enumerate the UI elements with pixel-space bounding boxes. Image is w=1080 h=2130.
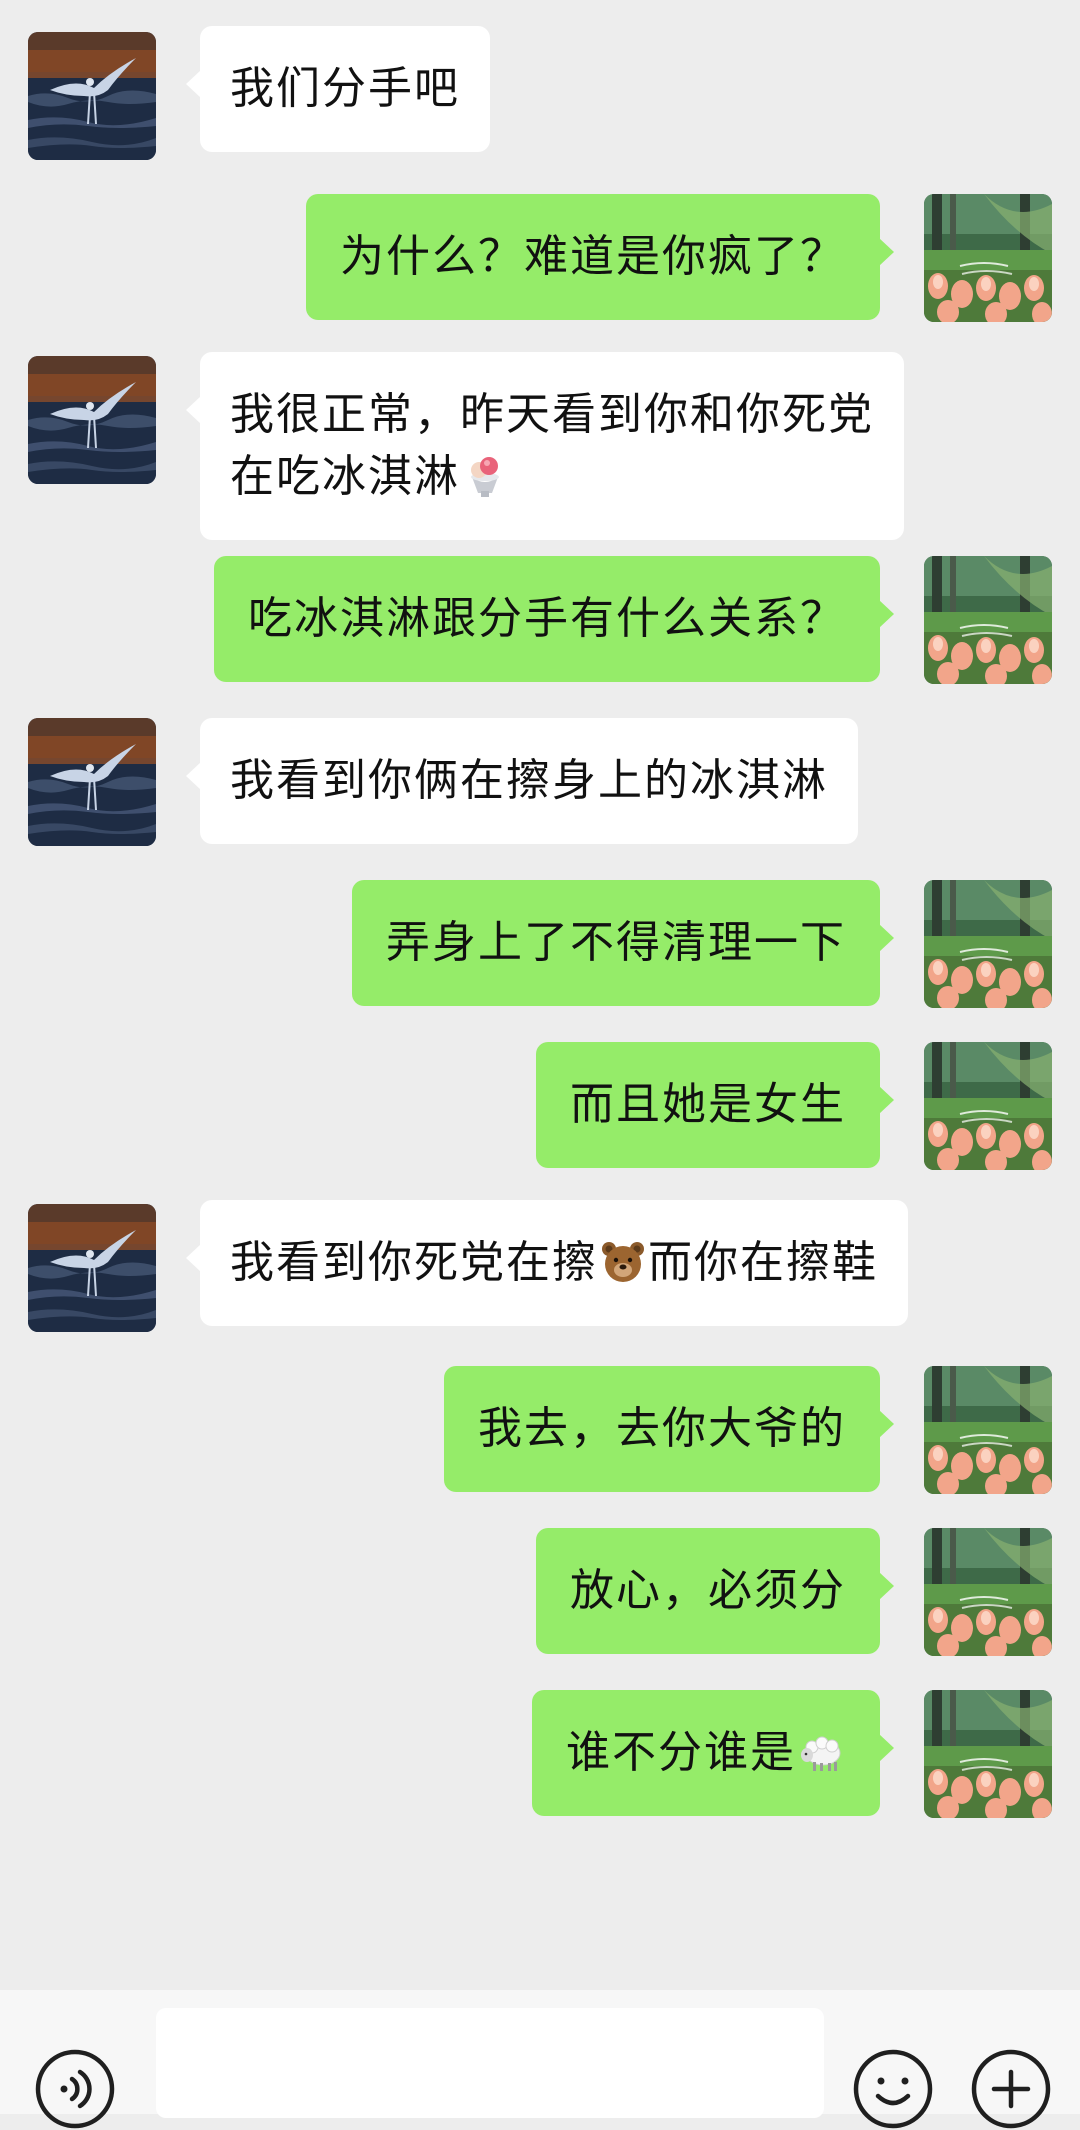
my-avatar[interactable] xyxy=(924,1690,1052,1818)
message-input[interactable] xyxy=(156,2008,824,2118)
contact-avatar[interactable] xyxy=(28,718,156,846)
message-text: 弄身上了不得清理一下 xyxy=(386,917,846,968)
message-text: 我看到你俩在擦身上的冰淇淋 xyxy=(230,755,828,806)
sheep-emoji-icon xyxy=(798,1729,844,1775)
contact-avatar[interactable] xyxy=(28,1204,156,1332)
incoming-message-bubble[interactable]: 我很正常，昨天看到你和你死党 在吃冰淇淋 xyxy=(186,352,904,540)
bear-face-emoji-icon xyxy=(600,1239,646,1285)
smiley-icon[interactable] xyxy=(852,2048,934,2130)
my-avatar[interactable] xyxy=(924,556,1052,684)
outgoing-message-bubble[interactable]: 放心，必须分 xyxy=(536,1528,894,1654)
my-avatar[interactable] xyxy=(924,194,1052,322)
my-avatar[interactable] xyxy=(924,1042,1052,1170)
outgoing-message-bubble[interactable]: 为什么？难道是你疯了？ xyxy=(306,194,894,320)
outgoing-message-bubble[interactable]: 而且她是女生 xyxy=(536,1042,894,1168)
message-text: 而且她是女生 xyxy=(570,1079,846,1130)
my-avatar[interactable] xyxy=(924,1366,1052,1494)
message-text: 放心，必须分 xyxy=(570,1565,846,1616)
contact-avatar[interactable] xyxy=(28,356,156,484)
ice-cream-emoji-icon xyxy=(462,453,508,499)
message-text: 我们分手吧 xyxy=(230,63,460,114)
incoming-message-bubble[interactable]: 我看到你死党在擦 而你在擦鞋 xyxy=(186,1200,908,1326)
my-avatar[interactable] xyxy=(924,880,1052,1008)
voice-icon[interactable] xyxy=(34,2048,116,2130)
incoming-message-bubble[interactable]: 我看到你俩在擦身上的冰淇淋 xyxy=(186,718,858,844)
message-text-part-1: 我看到你死党在擦 xyxy=(230,1237,598,1288)
contact-avatar[interactable] xyxy=(28,32,156,160)
message-text-line-2: 在吃冰淇淋 xyxy=(230,451,460,502)
message-text: 我去，去你大爷的 xyxy=(478,1403,846,1454)
plus-icon[interactable] xyxy=(970,2048,1052,2130)
chat-area[interactable]: 我们分手吧 为什么？难道是你疯了？ 我很正常，昨天看到你和你死党 在吃冰淇淋 吃… xyxy=(0,0,1080,1990)
outgoing-message-bubble[interactable]: 谁不分谁是 xyxy=(532,1690,894,1816)
outgoing-message-bubble[interactable]: 我去，去你大爷的 xyxy=(444,1366,894,1492)
outgoing-message-bubble[interactable]: 弄身上了不得清理一下 xyxy=(352,880,894,1006)
my-avatar[interactable] xyxy=(924,1528,1052,1656)
message-text: 为什么？难道是你疯了？ xyxy=(340,231,846,282)
message-text-line-1: 我很正常，昨天看到你和你死党 xyxy=(230,389,874,440)
incoming-message-bubble[interactable]: 我们分手吧 xyxy=(186,26,490,152)
message-text: 谁不分谁是 xyxy=(566,1727,796,1778)
message-text-part-2: 而你在擦鞋 xyxy=(648,1237,878,1288)
message-text: 吃冰淇淋跟分手有什么关系？ xyxy=(248,593,846,644)
bottom-input-bar xyxy=(0,1990,1080,2129)
outgoing-message-bubble[interactable]: 吃冰淇淋跟分手有什么关系？ xyxy=(214,556,894,682)
